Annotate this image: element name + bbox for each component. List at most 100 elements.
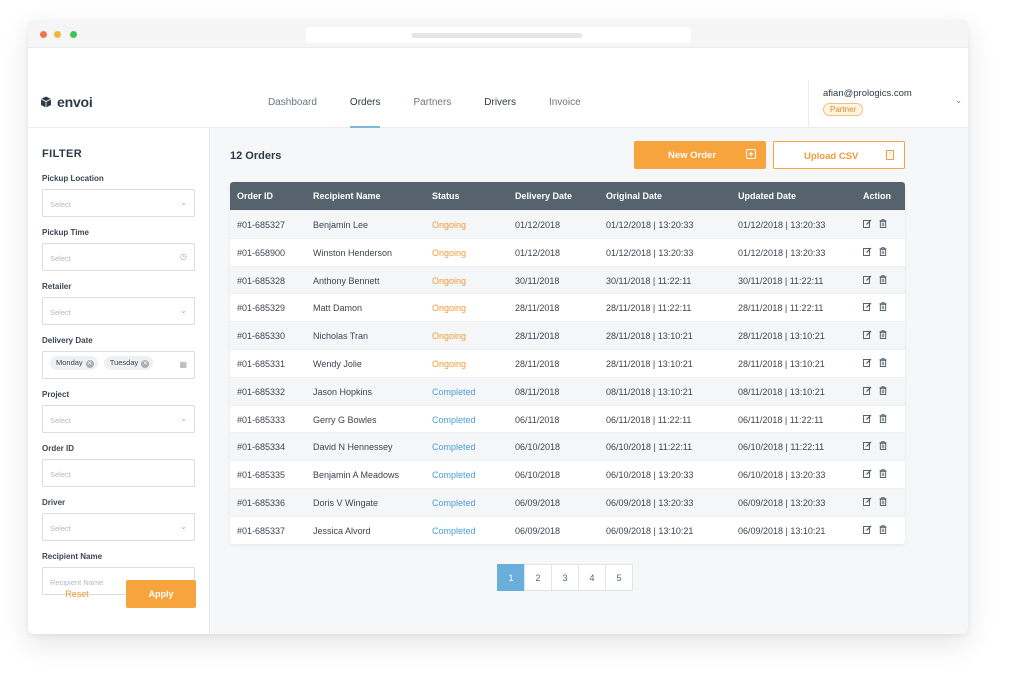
delivery-date-cell: 01/12/2018 [515, 220, 561, 230]
recipient-cell: Anthony Bennett [313, 275, 380, 286]
remove-chip-icon[interactable]: ✕ [141, 360, 150, 368]
edit-icon[interactable] [863, 525, 872, 535]
original-date-cell: 06/09/2018 | 13:20:33 [606, 497, 694, 508]
trash-icon[interactable] [879, 246, 888, 257]
page-button-4[interactable]: 4 [578, 564, 606, 591]
minimize-window-dot[interactable] [54, 31, 61, 38]
recipient-cell: Jessica Alvord [313, 525, 371, 536]
updated-date-cell: 06/10/2018 | 13:20:33 [738, 470, 826, 481]
pickup-time-placeholder: Select [50, 254, 71, 263]
column-header[interactable]: Status [432, 191, 460, 201]
delivery-date-cell: 08/11/2018 [515, 386, 560, 397]
order-id-cell: #01-685331 [237, 358, 286, 369]
page-button-3[interactable]: 3 [551, 564, 579, 591]
page-button-5[interactable]: 5 [605, 564, 633, 591]
edit-icon[interactable] [863, 386, 872, 396]
edit-icon[interactable] [863, 441, 872, 451]
recipient-cell: Benjamin Lee [313, 220, 369, 230]
table-row[interactable]: #01-685329 Matt Damon Ongoing 28/11/2018 28/… [230, 293, 905, 321]
trash-icon[interactable] [879, 524, 888, 535]
table-row[interactable]: #01-685336 Doris V Wingate Completed 06/09/… [230, 487, 905, 516]
delivery-date-chip[interactable]: Monday ✕ [50, 356, 98, 370]
chevron-down-icon[interactable]: ⌄ [955, 96, 962, 105]
nav-item-dashboard[interactable]: Dashboard [268, 88, 317, 128]
trash-icon[interactable] [879, 385, 888, 396]
column-header[interactable]: Updated Date [738, 191, 796, 201]
table-row[interactable]: #01-685330 Nicholas Tran Ongoing 28/11/2018… [230, 321, 905, 349]
column-header[interactable]: Order ID [237, 191, 273, 201]
edit-icon[interactable] [863, 414, 872, 424]
pagination: 12345 [497, 564, 633, 591]
edit-icon[interactable] [863, 247, 872, 257]
filter-buttons: Reset Apply [42, 580, 196, 608]
column-header[interactable]: Delivery Date [515, 191, 572, 201]
trash-icon[interactable] [879, 358, 888, 368]
user-email: afian@prologics.com [823, 88, 912, 99]
edit-icon[interactable] [863, 497, 872, 507]
table-header: Order ID Recipient Name Status Delivery Dat… [230, 182, 905, 210]
trash-icon[interactable] [879, 219, 888, 229]
table-row[interactable]: #01-685337 Jessica Alvord Completed 06/09/2… [230, 515, 905, 544]
pickup-time-select[interactable]: Select ◷ [42, 243, 195, 271]
order-id-cell: #01-685329 [237, 303, 286, 314]
title-bar [28, 20, 968, 48]
project-label: Project [42, 390, 70, 399]
delivery-date-cell: 06/10/2018 [515, 470, 561, 481]
updated-date-cell: 01/12/2018 | 13:20:33 [738, 247, 826, 258]
calendar-icon: ▦ [179, 360, 187, 369]
new-order-button[interactable]: New Order + [634, 141, 766, 169]
table-row[interactable]: #01-685328 Anthony Bennett Ongoing 30/11/20… [230, 265, 905, 294]
table-row[interactable]: #01-685335 Benjamin A Meadows Completed 06/… [230, 460, 905, 488]
edit-icon[interactable] [863, 330, 872, 340]
reset-button[interactable]: Reset [42, 580, 112, 608]
page-button-1[interactable]: 1 [497, 564, 525, 591]
edit-icon[interactable] [863, 275, 872, 285]
trash-icon[interactable] [879, 274, 888, 285]
recipient-cell: Benjamin A Meadows [313, 470, 400, 481]
original-date-cell: 06/11/2018 | 11:22:11 [606, 414, 692, 425]
trash-icon[interactable] [879, 497, 888, 507]
updated-date-cell: 06/11/2018 | 11:22:11 [738, 414, 824, 425]
edit-icon[interactable] [863, 358, 872, 368]
apply-button[interactable]: Apply [126, 580, 196, 608]
table-row[interactable]: #01-685334 David N Hennessey Completed 06/1… [230, 432, 905, 461]
edit-icon[interactable] [863, 219, 872, 229]
pickup-location-label: Pickup Location [42, 174, 104, 183]
column-header[interactable]: Original Date [606, 191, 662, 201]
trash-icon[interactable] [879, 441, 888, 451]
app-logo[interactable]: envoi [39, 94, 93, 110]
trash-icon[interactable] [879, 330, 888, 340]
trash-icon[interactable] [879, 302, 888, 312]
column-header[interactable]: Recipient Name [313, 191, 381, 201]
close-window-dot[interactable] [40, 31, 47, 38]
trash-icon[interactable] [879, 413, 888, 424]
edit-icon[interactable] [863, 469, 872, 479]
page-button-2[interactable]: 2 [524, 564, 552, 591]
nav-item-drivers[interactable]: Drivers [484, 88, 516, 128]
address-bar[interactable] [306, 27, 691, 43]
column-header[interactable]: Action [863, 191, 891, 201]
project-select[interactable]: Select ⌄ [42, 405, 195, 433]
pickup-location-select[interactable]: Select ⌄ [42, 189, 195, 217]
upload-csv-button[interactable]: Upload CSV ↑ [773, 141, 905, 169]
maximize-window-dot[interactable] [70, 31, 77, 38]
nav-item-partners[interactable]: Partners [413, 88, 451, 128]
driver-select[interactable]: Select ⌄ [42, 513, 195, 541]
retailer-select[interactable]: Select ⌄ [42, 297, 195, 325]
user-menu[interactable]: afian@prologics.com Partner ⌄ [808, 80, 968, 128]
edit-icon[interactable] [863, 302, 872, 312]
delivery-date-picker[interactable]: Monday ✕ Tuesday ✕ ▦ [42, 351, 195, 379]
trash-icon[interactable] [879, 469, 888, 479]
table-row[interactable]: #01-685333 Gerry G Bowles Completed 06/11/2… [230, 404, 905, 433]
table-row[interactable]: #01-685331 Wendy Jolie Ongoing 28/11/2018 28… [230, 348, 905, 377]
order-id-input[interactable]: Select [42, 459, 195, 487]
table-row[interactable]: #01-685327 Benjamin Lee Ongoing 01/12/2018 0… [230, 210, 905, 238]
nav-item-invoice[interactable]: Invoice [549, 88, 581, 128]
delivery-date-chip[interactable]: Tuesday ✕ [103, 356, 154, 370]
nav-item-orders[interactable]: Orders [349, 88, 380, 128]
table-row[interactable]: #01-658900 Winston Henderson Ongoing 01/12/… [230, 237, 905, 266]
chip-label: Tuesday [109, 358, 139, 367]
table-row[interactable]: #01-685332 Jason Hopkins Completed 08/11/20… [230, 376, 905, 405]
delivery-date-label: Delivery Date [42, 336, 93, 345]
remove-chip-icon[interactable]: ✕ [85, 360, 94, 368]
